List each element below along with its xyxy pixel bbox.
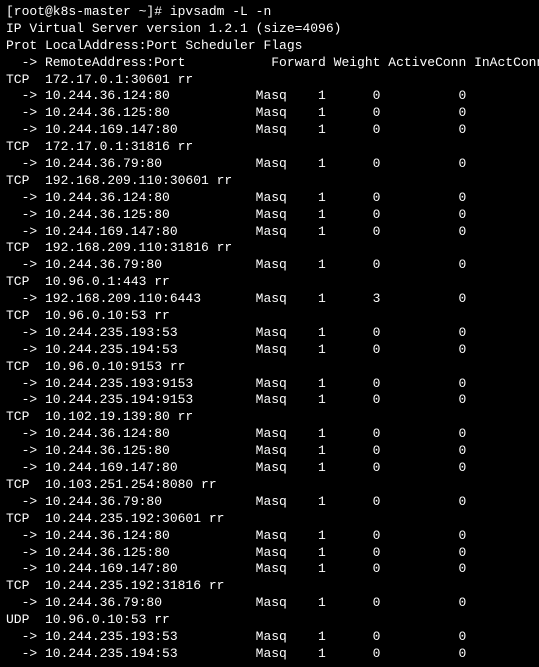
ipvs-service-row: TCP 10.102.19.139:80 rr	[6, 409, 533, 426]
ipvs-real-server-row: -> 10.244.36.79:80 Masq 1 0 0	[6, 494, 533, 511]
ipvs-real-server-row: -> 10.244.169.147:80 Masq 1 0 0	[6, 122, 533, 139]
ipvs-real-server-row: -> 10.244.36.125:80 Masq 1 0 0	[6, 443, 533, 460]
shell-prompt-line: [root@k8s-master ~]# ipvsadm -L -n	[6, 4, 533, 21]
ipvs-real-server-row: -> 10.244.36.124:80 Masq 1 0 0	[6, 426, 533, 443]
ipvs-real-server-row: -> 192.168.209.110:6443 Masq 1 3 0	[6, 291, 533, 308]
ipvs-real-server-row: -> 10.244.235.194:53 Masq 1 0 0	[6, 646, 533, 663]
ipvs-real-server-row: -> 10.244.235.194:9153 Masq 1 0 0	[6, 392, 533, 409]
ipvs-real-server-row: -> 10.244.36.124:80 Masq 1 0 0	[6, 190, 533, 207]
ipvs-header-subcolumns: -> RemoteAddress:Port Forward Weight Act…	[6, 55, 533, 72]
ipvs-service-row: TCP 10.244.235.192:30601 rr	[6, 511, 533, 528]
ipvs-header-version: IP Virtual Server version 1.2.1 (size=40…	[6, 21, 533, 38]
ipvs-real-server-row: -> 10.244.36.79:80 Masq 1 0 0	[6, 257, 533, 274]
ipvs-real-server-row: -> 10.244.235.193:9153 Masq 1 0 0	[6, 376, 533, 393]
ipvs-service-row: TCP 10.96.0.10:9153 rr	[6, 359, 533, 376]
ipvs-real-server-row: -> 10.244.235.193:53 Masq 1 0 0	[6, 325, 533, 342]
ipvs-header-columns: Prot LocalAddress:Port Scheduler Flags	[6, 38, 533, 55]
ipvs-real-server-row: -> 10.244.169.147:80 Masq 1 0 0	[6, 224, 533, 241]
ipvs-service-row: TCP 10.103.251.254:8080 rr	[6, 477, 533, 494]
ipvs-real-server-row: -> 10.244.36.125:80 Masq 1 0 0	[6, 545, 533, 562]
ipvs-real-server-row: -> 10.244.36.125:80 Masq 1 0 0	[6, 105, 533, 122]
ipvs-real-server-row: -> 10.244.36.79:80 Masq 1 0 0	[6, 595, 533, 612]
ipvs-service-row: UDP 10.96.0.10:53 rr	[6, 612, 533, 629]
ipvs-service-row: TCP 10.96.0.1:443 rr	[6, 274, 533, 291]
ipvs-real-server-row: -> 10.244.235.193:53 Masq 1 0 0	[6, 629, 533, 646]
ipvs-service-row: TCP 192.168.209.110:30601 rr	[6, 173, 533, 190]
ipvs-real-server-row: -> 10.244.235.194:53 Masq 1 0 0	[6, 342, 533, 359]
ipvs-service-row: TCP 192.168.209.110:31816 rr	[6, 240, 533, 257]
ipvs-real-server-row: -> 10.244.36.79:80 Masq 1 0 0	[6, 156, 533, 173]
ipvs-real-server-row: -> 10.244.169.147:80 Masq 1 0 0	[6, 561, 533, 578]
ipvs-real-server-row: -> 10.244.36.124:80 Masq 1 0 0	[6, 528, 533, 545]
ipvs-service-row: TCP 10.244.235.192:31816 rr	[6, 578, 533, 595]
ipvs-real-server-row: -> 10.244.169.147:80 Masq 1 0 0	[6, 460, 533, 477]
ipvs-service-row: TCP 10.96.0.10:53 rr	[6, 308, 533, 325]
ipvs-services-list: TCP 172.17.0.1:30601 rr -> 10.244.36.124…	[6, 72, 533, 663]
ipvs-real-server-row: -> 10.244.36.125:80 Masq 1 0 0	[6, 207, 533, 224]
terminal-output: [root@k8s-master ~]# ipvsadm -L -n IP Vi…	[6, 4, 533, 663]
ipvs-service-row: TCP 172.17.0.1:30601 rr	[6, 72, 533, 89]
ipvs-real-server-row: -> 10.244.36.124:80 Masq 1 0 0	[6, 88, 533, 105]
ipvs-service-row: TCP 172.17.0.1:31816 rr	[6, 139, 533, 156]
